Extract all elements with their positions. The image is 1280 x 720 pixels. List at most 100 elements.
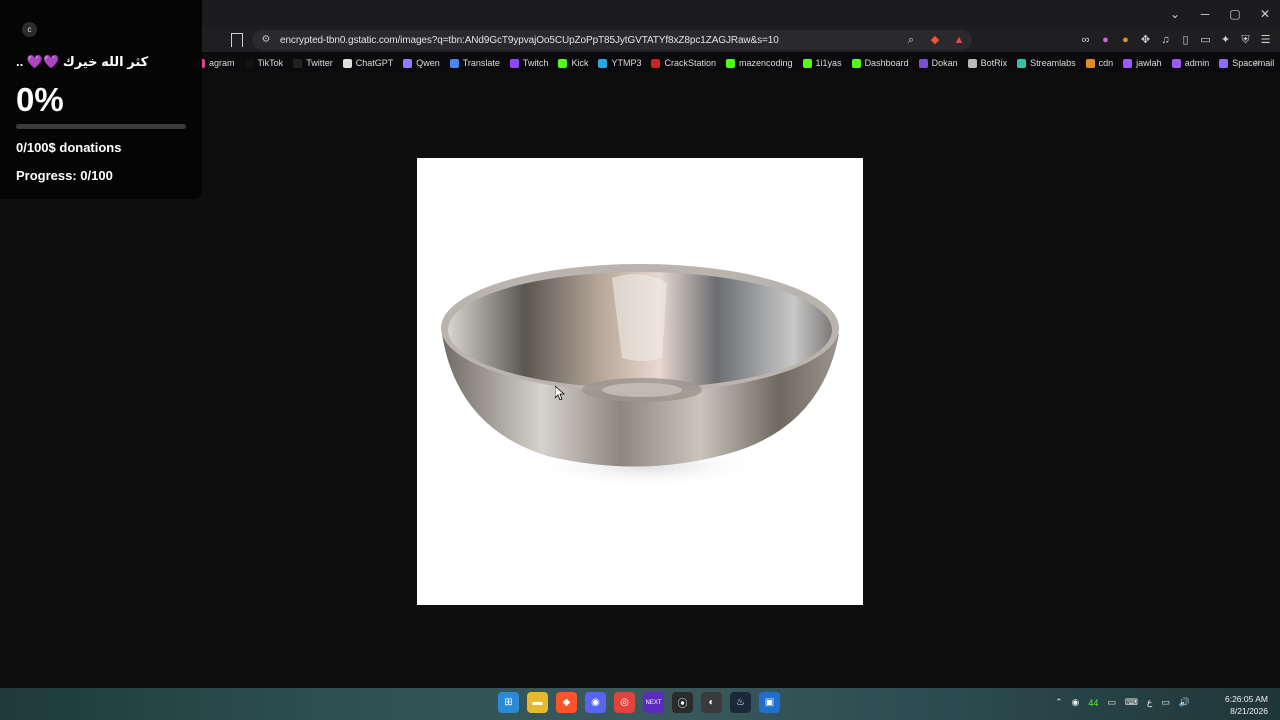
leo-ai-icon[interactable]: ✦ <box>1218 32 1233 48</box>
overlay-percent: 0% <box>16 81 64 118</box>
system-clock[interactable]: 6:26:05 AM 8/21/2026 <box>1225 693 1268 717</box>
bookmark-label: ChatGPT <box>355 58 394 68</box>
steam-icon[interactable]: ♨ <box>730 692 751 713</box>
kick-next-icon[interactable]: NEXT <box>643 692 664 713</box>
wallet-icon[interactable]: ▭ <box>1198 32 1213 48</box>
extensions-bar: ∞ ● ● ✥ ♫ ▯ ▭ ✦ ⛨ ☰ <box>1078 32 1273 48</box>
bookmark-item[interactable]: 1i1yas <box>802 58 842 68</box>
file-explorer-icon[interactable]: ▬ <box>527 692 548 713</box>
bookmark-label: YTMP3 <box>611 58 642 68</box>
bookmark-favicon-icon <box>1123 58 1133 68</box>
brave-rewards-icon[interactable]: ▲ <box>952 33 966 47</box>
clock-time: 6:26:05 AM <box>1224 694 1268 704</box>
keyboard-language[interactable]: ع <box>1147 697 1152 708</box>
bookmark-label: BotRix <box>980 58 1008 68</box>
media-controls-icon[interactable]: ♫ <box>1158 32 1173 48</box>
github-icon[interactable]: ◐ <box>701 692 722 713</box>
bookmark-item[interactable]: Twitch <box>509 58 548 68</box>
bookmark-label: Dokan <box>931 58 958 68</box>
volume-icon[interactable]: 🔊 <box>1179 697 1190 708</box>
obs-icon[interactable]: ⦿ <box>672 692 693 713</box>
chrome-icon[interactable]: ◎ <box>614 692 635 713</box>
tray-overflow-icon[interactable]: ⌃ <box>1055 697 1063 708</box>
extension-glasses-icon[interactable]: ∞ <box>1078 32 1093 48</box>
discord-icon[interactable]: ◉ <box>585 692 606 713</box>
bookmark-item[interactable]: cdn <box>1085 58 1113 68</box>
url-text[interactable]: encrypted-tbn0.gstatic.com/images?q=tbn:… <box>280 35 779 46</box>
bookmark-label: Streamlabs <box>1030 58 1076 68</box>
bookmark-favicon-icon <box>967 58 977 68</box>
bookmark-label: mazencoding <box>739 58 793 68</box>
maximize-button[interactable]: ▢ <box>1220 0 1250 28</box>
bookmark-item[interactable]: admin <box>1171 58 1210 68</box>
bookmark-label: Spacemail <box>1232 58 1275 68</box>
zoom-icon[interactable]: ⌕ <box>904 33 918 47</box>
bookmark-item[interactable]: Kick <box>558 58 588 68</box>
bookmark-favicon-icon <box>1017 58 1027 68</box>
donation-progress-bar <box>16 124 186 129</box>
bookmark-item[interactable]: Dokan <box>918 58 958 68</box>
bookmarks-overflow-icon[interactable]: » <box>1254 57 1260 68</box>
remote-desktop-icon[interactable]: ▣ <box>759 692 780 713</box>
bookmark-page-icon[interactable] <box>231 33 243 47</box>
bookmark-item[interactable]: Qwen <box>403 58 440 68</box>
bookmark-item[interactable]: Dashboard <box>851 58 909 68</box>
bookmark-label: agram <box>209 58 235 68</box>
close-button[interactable]: ✕ <box>1250 0 1280 28</box>
overlay-logo: c <box>22 22 37 37</box>
site-settings-icon[interactable]: ⚙ <box>260 34 272 46</box>
bookmark-label: admin <box>1184 58 1210 68</box>
network-icon[interactable]: ▭ <box>1161 697 1170 708</box>
bookmark-item[interactable]: YTMP3 <box>598 58 641 68</box>
bookmark-item[interactable]: jawlah <box>1123 58 1162 68</box>
displayed-image[interactable] <box>417 158 863 605</box>
start-windows-icon[interactable]: ⊞ <box>498 692 519 713</box>
bookmark-label: Dashboard <box>864 58 909 68</box>
bookmark-favicon-icon <box>1171 58 1181 68</box>
keyboard-icon[interactable]: ⌨ <box>1125 697 1138 708</box>
bookmark-favicon-icon <box>244 58 254 68</box>
bookmark-favicon-icon <box>342 58 352 68</box>
bookmark-favicon-icon <box>293 58 303 68</box>
tab-search-icon[interactable]: ⌄ <box>1160 0 1190 28</box>
extension-orange-icon[interactable]: ● <box>1118 32 1133 48</box>
address-bar-actions: ⌕ ◆ ▲ <box>904 33 966 47</box>
mouse-cursor-icon <box>555 386 565 400</box>
bookmark-item[interactable]: BotRix <box>967 58 1008 68</box>
bookmark-favicon-icon <box>598 58 608 68</box>
system-tray: ⌃ ◉ 44 ▭ ⌨ ع ▭ 🔊 <box>1055 697 1190 708</box>
taskbar-apps: ⊞ ▬ ◆ ◉ ◎ NEXT ⦿ ◐ ♨ ▣ <box>498 692 780 713</box>
bookmark-item[interactable]: ChatGPT <box>342 58 394 68</box>
bookmark-favicon-icon <box>651 58 661 68</box>
extensions-puzzle-icon[interactable]: ✥ <box>1138 32 1153 48</box>
brave-browser-icon[interactable]: ◆ <box>556 692 577 713</box>
bookmarks-bar: agram TikTok Twitter ChatGPT Qwen Translate Tw… <box>196 54 1280 72</box>
mixing-bowl-image <box>441 264 839 488</box>
bookmark-item[interactable]: mazencoding <box>726 58 793 68</box>
tray-icon[interactable]: ▭ <box>1107 697 1116 708</box>
vpn-shield-icon[interactable]: ⛨ <box>1238 32 1253 48</box>
menu-icon[interactable]: ☰ <box>1258 32 1273 48</box>
bookmark-item[interactable]: Translate <box>449 58 500 68</box>
bookmark-item[interactable]: Twitter <box>293 58 333 68</box>
sidebar-toggle-icon[interactable]: ▯ <box>1178 32 1193 48</box>
bookmark-label: Kick <box>571 58 589 68</box>
bookmark-item[interactable]: CrackStation <box>651 58 716 68</box>
brave-shields-icon[interactable]: ◆ <box>928 33 942 47</box>
bookmark-favicon-icon <box>449 58 459 68</box>
bookmark-favicon-icon <box>726 58 735 68</box>
extension-pink-icon[interactable]: ● <box>1098 32 1113 48</box>
tray-badge[interactable]: 44 <box>1088 698 1098 708</box>
bookmark-item[interactable]: Spacemail <box>1219 58 1274 68</box>
bookmark-favicon-icon <box>1085 58 1095 68</box>
bookmark-label: jawlah <box>1136 58 1162 68</box>
bookmark-item[interactable]: Streamlabs <box>1017 58 1076 68</box>
bookmark-item[interactable]: TikTok <box>244 58 283 68</box>
bookmark-favicon-icon <box>1219 58 1229 68</box>
minimize-button[interactable]: ─ <box>1190 0 1220 28</box>
address-bar[interactable]: ⚙ encrypted-tbn0.gstatic.com/images?q=tb… <box>252 30 972 50</box>
window-controls: ⌄ ─ ▢ ✕ <box>1160 0 1280 28</box>
tray-discord-icon[interactable]: ◉ <box>1072 697 1080 708</box>
bookmark-label: Twitter <box>306 58 333 68</box>
bookmark-favicon-icon <box>918 58 928 68</box>
